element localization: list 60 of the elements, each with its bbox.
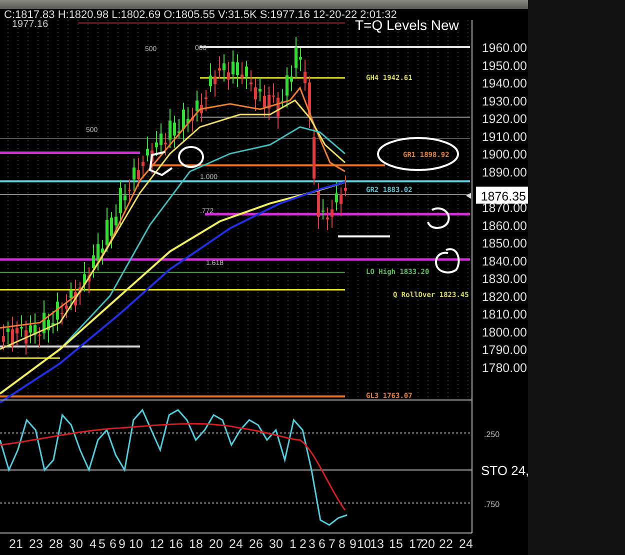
- date-tick: 30: [69, 537, 83, 551]
- date-tick: 7: [328, 537, 336, 551]
- date-tick: 20: [209, 537, 223, 551]
- price-tick: 1900.00: [482, 148, 527, 162]
- level-line: [338, 235, 390, 238]
- price-tick: 1870.00: [482, 201, 527, 215]
- price-tick: 1780.00: [482, 361, 527, 375]
- date-tick: 6: [110, 537, 116, 551]
- date-tick: 30: [269, 537, 283, 551]
- date-tick: 18: [189, 537, 203, 551]
- date-tick: 8: [338, 537, 346, 551]
- date-tick: 24: [459, 537, 473, 551]
- date-tick: 9: [350, 537, 356, 551]
- date-tick: 26: [249, 537, 263, 551]
- date-tick: 28: [49, 537, 63, 551]
- hand-drawn-mark: [435, 248, 460, 274]
- date-tick: 6: [318, 537, 326, 551]
- date-tick: 15: [389, 537, 403, 551]
- oscillator-label: STO 24,: [481, 463, 528, 478]
- price-tick: 1860.00: [482, 218, 527, 233]
- date-tick: 9: [118, 537, 126, 551]
- date-tick: 5: [98, 537, 106, 551]
- date-tick: 1: [290, 537, 296, 551]
- date-tick: 4: [90, 537, 96, 551]
- date-tick: 16: [169, 537, 183, 551]
- date-tick: 3: [308, 537, 316, 551]
- date-tick: 23: [29, 537, 43, 551]
- price-tick: 1890.00: [482, 165, 527, 180]
- date-tick: 10: [357, 537, 371, 551]
- price-tick: 1840.00: [482, 254, 527, 268]
- date-tick: 13: [370, 537, 384, 551]
- price-tick: 1910.00: [482, 130, 527, 144]
- level-line: [0, 357, 60, 359]
- price-tick: 1830.00: [482, 272, 527, 286]
- date-tick: 24: [229, 537, 243, 551]
- oscillator-label: .750: [484, 500, 500, 509]
- price-tick: 1820.00: [482, 290, 527, 304]
- date-tick: 2: [300, 537, 306, 551]
- price-tick: 1790.00: [482, 343, 527, 358]
- price-tick: 1960.00: [482, 41, 527, 55]
- date-tick: 20: [421, 537, 435, 551]
- price-tick: 1950.00: [482, 58, 527, 73]
- hand-drawn-mark: [148, 151, 173, 176]
- date-tick: 12: [150, 537, 164, 551]
- price-tick: 1850.00: [482, 236, 527, 251]
- date-tick: 21: [9, 537, 23, 551]
- price-tick: 1930.00: [482, 94, 527, 108]
- hand-drawn-circle: [178, 146, 204, 168]
- price-label: 1977.16: [12, 19, 48, 30]
- pointer-icon: [466, 192, 471, 199]
- price-tick: 1800.00: [482, 325, 527, 340]
- date-tick: 22: [439, 537, 453, 551]
- date-tick: 10: [129, 537, 143, 551]
- hand-drawn-mark: [427, 207, 450, 229]
- price-tick: 1810.00: [482, 308, 527, 322]
- price-tick: 1940.00: [482, 76, 527, 91]
- last-price-tag: 1876.35: [476, 186, 528, 204]
- date-tick: 17: [409, 537, 423, 551]
- oscillator-label: .250: [484, 430, 500, 439]
- price-tick: 1920.00: [482, 112, 527, 126]
